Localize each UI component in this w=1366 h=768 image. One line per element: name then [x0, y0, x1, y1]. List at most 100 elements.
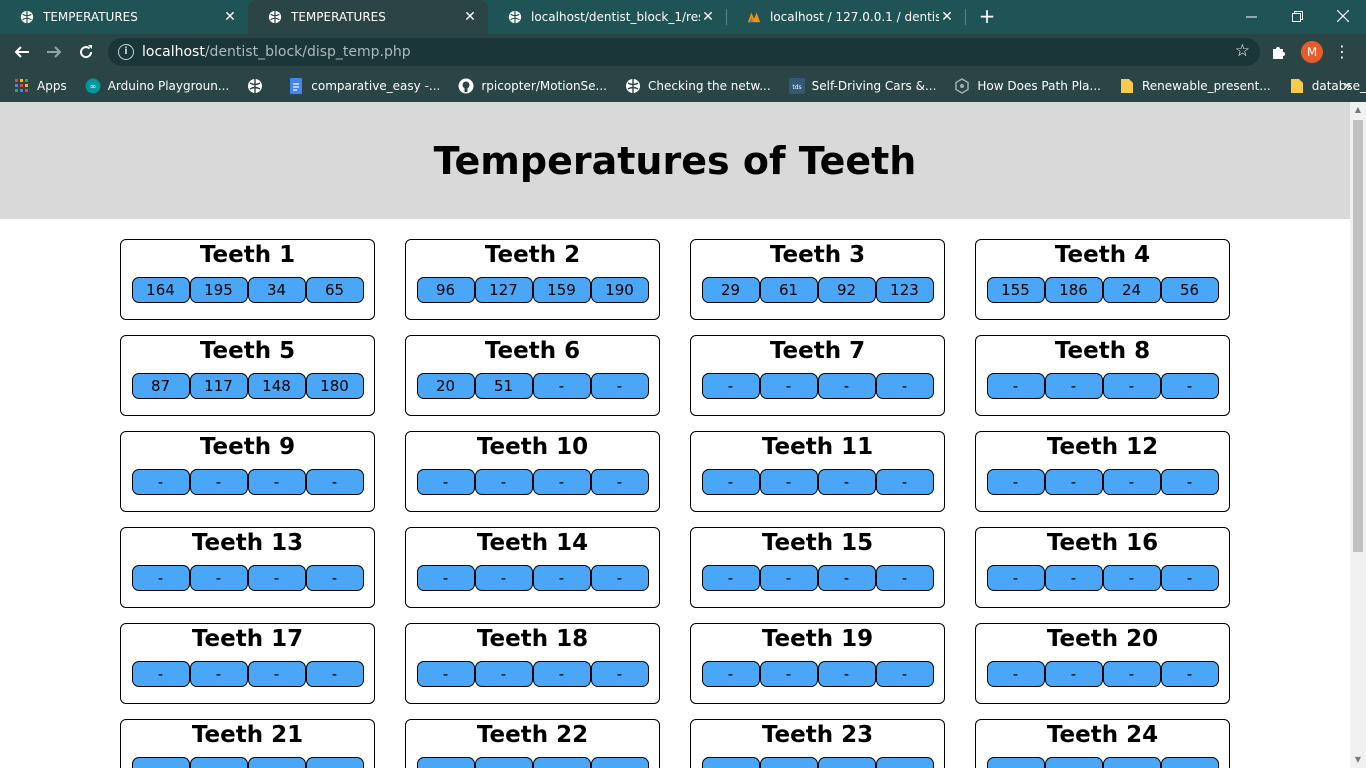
bookmark-renewable[interactable]: Renewable_present... — [1119, 78, 1271, 94]
tooth-label: Teeth 24 — [1046, 722, 1159, 748]
bookmark-label: Checking the netw... — [648, 79, 771, 93]
temperature-reading: 148 — [247, 373, 306, 399]
bookmark-label: Apps — [37, 79, 67, 93]
back-arrow-icon[interactable] — [9, 39, 35, 65]
tab-close-icon[interactable]: ✕ — [222, 9, 238, 25]
tab-close-icon[interactable]: ✕ — [462, 9, 478, 25]
tooth-readings: ---- — [691, 565, 944, 591]
temperature-reading: - — [1044, 373, 1103, 399]
tooth-readings: ---- — [976, 661, 1229, 687]
tab-temperatures-2[interactable]: TEMPERATURES ✕ — [248, 0, 488, 34]
temperature-reading: - — [1044, 565, 1103, 591]
temperature-reading: - — [590, 757, 649, 768]
temperature-reading: - — [986, 469, 1045, 495]
restore-icon[interactable] — [1274, 0, 1320, 32]
folder-icon — [1290, 79, 1303, 93]
bookmark-path-planning[interactable]: How Does Path Pla... — [954, 78, 1101, 94]
bookmark-checking-network[interactable]: Checking the netw... — [625, 78, 771, 94]
globe-icon — [626, 79, 640, 93]
tooth-label: Teeth 12 — [1046, 434, 1159, 460]
tab-temperatures-1[interactable]: TEMPERATURES ✕ — [0, 0, 248, 34]
forward-arrow-icon[interactable] — [41, 39, 67, 65]
browser-toolbar: i localhost/dentist_block/disp_temp.php … — [0, 34, 1366, 70]
menu-kebab-icon[interactable]: ⋮ — [1334, 39, 1350, 65]
temperature-reading: - — [131, 757, 190, 768]
minimize-icon[interactable] — [1228, 0, 1274, 32]
extensions-puzzle-icon[interactable] — [1268, 40, 1290, 64]
bookmark-label: databse_work — [1311, 79, 1366, 93]
temperature-reading: - — [701, 565, 760, 591]
temperature-reading: - — [875, 373, 934, 399]
scroll-up-arrow-icon[interactable]: ▲ — [1350, 102, 1366, 118]
tab-phpmyadmin[interactable]: localhost / 127.0.0.1 / dentist_db ✕ — [727, 0, 965, 34]
profile-avatar[interactable]: M — [1301, 41, 1323, 63]
temperature-reading: 92 — [817, 277, 876, 303]
teeth-grid: Teeth 1 164 195 34 65 Teeth 2 96 127 159 190 Teeth… — [120, 239, 1230, 768]
temperature-reading: - — [1160, 661, 1219, 687]
tooth-card: Teeth 4 155 186 24 56 — [975, 239, 1230, 320]
tooth-card: Teeth 14- - - - — [405, 527, 660, 608]
temperature-reading: 51 — [474, 373, 533, 399]
temperature-reading: - — [131, 469, 190, 495]
temperature-reading: - — [247, 469, 306, 495]
temperature-reading: - — [759, 565, 818, 591]
chevron-right-icon[interactable]: » — [1343, 78, 1352, 94]
scroll-down-arrow-icon[interactable]: ▼ — [1350, 752, 1366, 768]
close-window-icon[interactable] — [1320, 0, 1366, 32]
bookmark-apps[interactable]: Apps — [14, 78, 67, 94]
bookmark-star-icon[interactable]: ☆ — [1235, 41, 1250, 61]
vertical-scrollbar[interactable]: ▲ ▼ — [1350, 102, 1366, 768]
bookmark-github[interactable]: rpicopter/MotionSe... — [458, 78, 607, 94]
tooth-readings: ---- — [121, 469, 374, 495]
scrollbar-thumb[interactable] — [1353, 120, 1363, 552]
new-tab-button[interactable]: + — [976, 4, 998, 30]
temperature-reading: 180 — [305, 373, 364, 399]
page-title: Temperatures of Teeth — [433, 138, 917, 183]
bookmark-database-work[interactable]: databse_work — [1289, 78, 1366, 94]
temperature-reading: - — [1102, 565, 1161, 591]
tooth-label: Teeth 17 — [191, 626, 304, 652]
tooth-readings: ---- — [976, 469, 1229, 495]
tooth-card: Teeth 22---- — [405, 719, 660, 768]
tab-reset[interactable]: localhost/dentist_block_1/reset_c ✕ — [488, 0, 726, 34]
tooth-card: Teeth 2 96 127 159 190 — [405, 239, 660, 320]
bookmark-comparative-easy[interactable]: comparative_easy -... — [288, 78, 440, 94]
tab-strip: TEMPERATURES ✕ TEMPERATURES ✕ localhost/… — [0, 0, 1366, 34]
tooth-card: Teeth 3 29 61 92 123 — [690, 239, 945, 320]
tooth-readings: ---- — [121, 757, 374, 768]
temperature-reading: 29 — [701, 277, 760, 303]
reload-icon[interactable] — [73, 39, 99, 65]
temperature-reading: - — [416, 565, 475, 591]
temperature-reading: - — [305, 757, 364, 768]
temperature-reading: 34 — [247, 277, 306, 303]
tab-close-icon[interactable]: ✕ — [939, 9, 955, 25]
temperature-reading: - — [875, 757, 934, 768]
temperature-reading: - — [759, 757, 818, 768]
temperature-reading: 61 — [759, 277, 818, 303]
bookmark-self-driving[interactable]: tds Self-Driving Cars &... — [788, 78, 936, 94]
tooth-label: Teeth 19 — [761, 626, 874, 652]
temperature-reading: - — [875, 469, 934, 495]
info-icon[interactable]: i — [118, 44, 134, 60]
tooth-readings: ---- — [976, 373, 1229, 399]
temperature-reading: - — [701, 757, 760, 768]
address-bar[interactable]: i localhost/dentist_block/disp_temp.php … — [108, 38, 1260, 66]
tooth-readings: ---- — [691, 469, 944, 495]
tab-close-icon[interactable]: ✕ — [700, 9, 716, 25]
url-path: /dentist_block/disp_temp.php — [204, 44, 411, 60]
temperature-reading: 96 — [416, 277, 475, 303]
tds-icon: tds — [788, 78, 805, 94]
temperature-reading: - — [1102, 661, 1161, 687]
temperature-reading: - — [590, 373, 649, 399]
arduino-icon: ∞ — [85, 78, 101, 94]
bookmark-arduino[interactable]: ∞ Arduino Playgroun... — [85, 78, 229, 94]
temperature-reading: - — [416, 757, 475, 768]
bookmark-globe[interactable] — [247, 78, 270, 94]
tooth-card: Teeth 20- - - - — [975, 623, 1230, 704]
temperature-reading: 65 — [305, 277, 364, 303]
tooth-label: Teeth 21 — [191, 722, 304, 748]
tooth-card: Teeth 10- - - - — [405, 431, 660, 512]
temperature-reading: - — [986, 757, 1045, 768]
bookmark-label: How Does Path Pla... — [977, 79, 1101, 93]
tooth-readings: ---- — [406, 565, 659, 591]
